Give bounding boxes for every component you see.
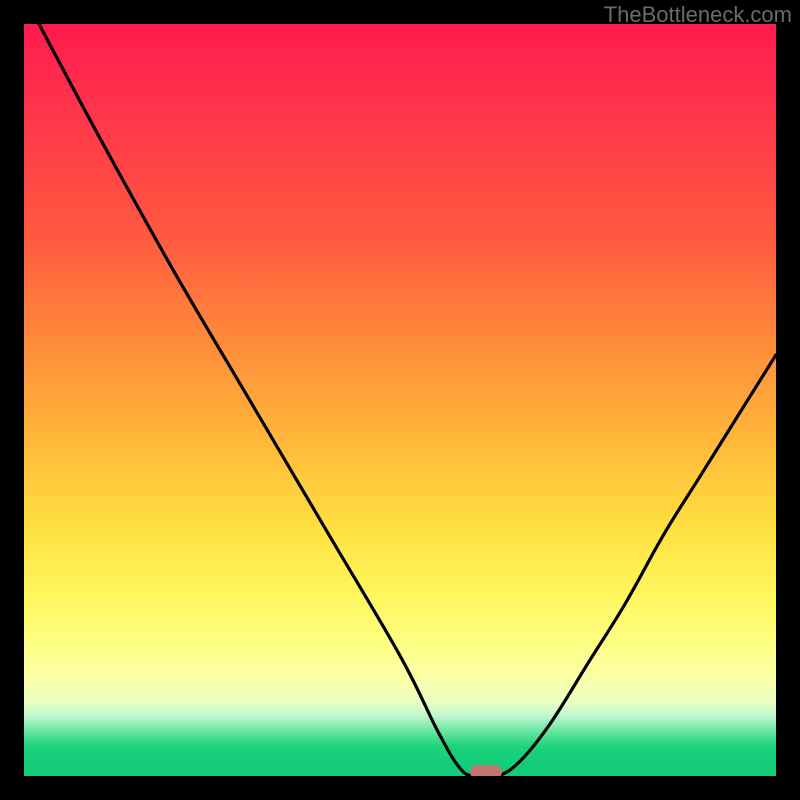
optimal-marker — [470, 765, 502, 776]
watermark-text: TheBottleneck.com — [604, 2, 792, 28]
bottleneck-curve — [39, 24, 776, 776]
plot-area — [24, 24, 776, 776]
curve-svg — [24, 24, 776, 776]
chart-container: TheBottleneck.com — [0, 0, 800, 800]
